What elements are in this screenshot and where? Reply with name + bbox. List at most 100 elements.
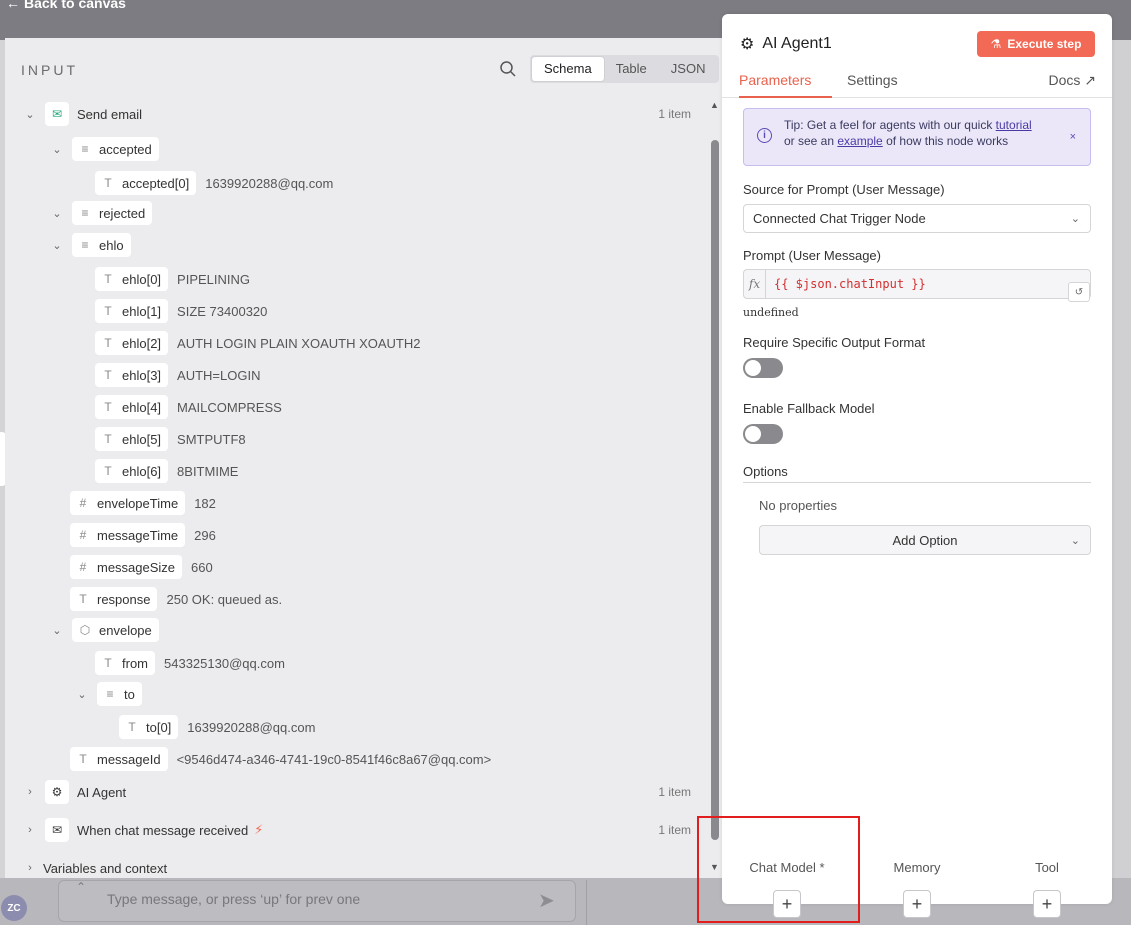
text-type-icon: T	[104, 304, 112, 318]
parameter-tabs: Parameters Settings Docs ↗	[722, 72, 1112, 98]
divider	[586, 880, 587, 925]
text-type-icon: T	[79, 592, 87, 606]
chevron-down-icon: ⌄	[1070, 535, 1080, 547]
node-ai-agent[interactable]: › ⚙ AI Agent 1 item	[23, 780, 691, 804]
back-to-canvas-link[interactable]: ← Back to canvas	[6, 0, 126, 11]
array-icon: ≡	[106, 687, 114, 701]
add-tool-button[interactable]: +	[1033, 890, 1061, 918]
field-ehlo-item[interactable]: Tehlo[5] SMTPUTF8	[95, 427, 246, 451]
canvas-right-edge	[1112, 40, 1131, 878]
tab-table[interactable]: Table	[604, 57, 659, 81]
fallback-model-toggle[interactable]	[743, 424, 783, 444]
chevron-down-icon[interactable]: ⌄	[50, 143, 64, 156]
chevron-down-icon[interactable]: ⌄	[50, 207, 64, 220]
field-message-size[interactable]: # messageSize 660	[70, 555, 213, 579]
external-link-icon: ↗	[1084, 72, 1096, 88]
divider	[743, 482, 1091, 483]
text-type-icon: T	[104, 368, 112, 382]
field-message-time[interactable]: # messageTime 296	[70, 523, 216, 547]
text-type-icon: T	[104, 464, 112, 478]
add-option-dropdown[interactable]: Add Option ⌄	[759, 525, 1091, 555]
execute-step-button[interactable]: ⚗ Execute step	[977, 31, 1095, 57]
require-format-toggle[interactable]	[743, 358, 783, 378]
field-from[interactable]: Tfrom 543325130@qq.com	[95, 651, 285, 675]
slot-memory-label: Memory	[893, 860, 941, 875]
prompt-label: Prompt (User Message)	[743, 248, 881, 263]
text-type-icon: T	[104, 656, 112, 670]
options-label: Options	[743, 464, 788, 479]
text-type-icon: T	[104, 336, 112, 350]
field-ehlo-item[interactable]: Tehlo[1] SIZE 73400320	[95, 299, 267, 323]
chevron-down-icon[interactable]: ⌄	[75, 688, 89, 701]
chevron-down-icon[interactable]: ⌄	[50, 239, 64, 252]
add-memory-button[interactable]: +	[903, 890, 931, 918]
field-envelope[interactable]: ⌄ ⬡ envelope	[50, 618, 159, 642]
tutorial-link[interactable]: tutorial	[996, 118, 1032, 132]
field-accepted-0[interactable]: Taccepted[0] 1639920288@qq.com	[95, 171, 333, 195]
tab-parameters[interactable]: Parameters	[739, 72, 832, 98]
field-message-id[interactable]: TmessageId <9546d474-a346-4741-19c0-8541…	[70, 747, 491, 771]
text-type-icon: T	[104, 400, 112, 414]
chevron-right-icon[interactable]: ›	[23, 786, 37, 798]
object-icon: ⬡	[79, 623, 91, 637]
array-icon: ≡	[81, 238, 89, 252]
field-to[interactable]: ⌄ ≡ to	[75, 682, 142, 706]
tab-settings[interactable]: Settings	[847, 72, 898, 98]
source-prompt-select[interactable]: Connected Chat Trigger Node ⌄	[743, 204, 1091, 233]
node-parameters-panel: ⚙ AI Agent1 ⚗ Execute step Parameters Se…	[722, 14, 1112, 918]
input-panel: INPUT Schema Table JSON ⌄ ✉ Send email 1…	[5, 38, 722, 878]
node-send-email[interactable]: ⌄ ✉ Send email 1 item	[23, 102, 691, 126]
chevron-right-icon[interactable]: ›	[23, 862, 37, 874]
chevron-down-icon[interactable]: ⌄	[50, 624, 64, 637]
field-to-0[interactable]: Tto[0] 1639920288@qq.com	[119, 715, 315, 739]
node-chat-trigger[interactable]: › ✉ When chat message received ⚡ 1 item	[23, 818, 691, 842]
expand-icon[interactable]: ↺	[1068, 282, 1090, 302]
scroll-up-arrow[interactable]: ▲	[710, 100, 719, 110]
text-type-icon: T	[128, 720, 136, 734]
node-variables-context[interactable]: › Variables and context	[23, 856, 691, 880]
tip-callout: i Tip: Get a feel for agents with our qu…	[743, 108, 1091, 166]
prompt-expression-field[interactable]: fx {{ $json.chatInput }} ↺	[743, 269, 1091, 302]
field-ehlo-item[interactable]: Tehlo[6] 8BITMIME	[95, 459, 238, 483]
text-type-icon: T	[104, 176, 112, 190]
send-icon[interactable]: ➤	[538, 888, 555, 913]
fallback-model-label: Enable Fallback Model	[743, 401, 875, 416]
flask-icon: ⚗	[990, 37, 1002, 51]
chat-icon: ✉	[45, 818, 69, 842]
docs-link[interactable]: Docs ↗	[1048, 72, 1096, 89]
text-type-icon: T	[104, 432, 112, 446]
chevron-right-icon[interactable]: ›	[23, 824, 37, 836]
slot-tool-label: Tool	[1035, 860, 1059, 875]
email-icon: ✉	[45, 102, 69, 126]
prompt-result: undefined	[743, 306, 799, 319]
field-rejected[interactable]: ⌄ ≡ rejected	[50, 201, 153, 225]
chevron-down-icon: ⌄	[1070, 213, 1080, 225]
view-tabs: Schema Table JSON	[530, 55, 720, 83]
example-link[interactable]: example	[837, 134, 882, 148]
text-type-icon: T	[104, 272, 112, 286]
search-icon[interactable]	[499, 60, 517, 78]
array-icon: ≡	[81, 206, 89, 220]
scrollbar[interactable]	[711, 140, 719, 840]
field-ehlo-item[interactable]: Tehlo[2] AUTH LOGIN PLAIN XOAUTH XOAUTH2	[95, 331, 420, 355]
node-title: ⚙ AI Agent1	[740, 35, 832, 53]
field-ehlo-item[interactable]: Tehlo[4] MAILCOMPRESS	[95, 395, 282, 419]
source-prompt-label: Source for Prompt (User Message)	[743, 182, 945, 197]
field-ehlo-item[interactable]: Tehlo[3] AUTH=LOGIN	[95, 363, 260, 387]
field-ehlo[interactable]: ⌄ ≡ ehlo	[50, 233, 131, 257]
tab-json[interactable]: JSON	[659, 57, 718, 81]
chevron-down-icon[interactable]: ⌄	[23, 108, 37, 121]
robot-icon: ⚙	[740, 36, 755, 53]
close-icon[interactable]: ×	[1070, 129, 1076, 145]
field-response[interactable]: Tresponse 250 OK: queued as.	[70, 587, 282, 611]
field-ehlo-item[interactable]: Tehlo[0] PIPELINING	[95, 267, 250, 291]
field-envelope-time[interactable]: # envelopeTime 182	[70, 491, 216, 515]
number-type-icon: #	[79, 560, 87, 574]
chat-message-input[interactable]: Type message, or press ‘up’ for prev one	[58, 880, 576, 922]
tab-schema[interactable]: Schema	[532, 57, 604, 81]
field-accepted[interactable]: ⌄ ≡ accepted	[50, 137, 159, 161]
number-type-icon: #	[79, 496, 87, 510]
avatar[interactable]: ZC	[1, 895, 27, 921]
panel-title: INPUT	[21, 62, 78, 78]
chevron-up-icon[interactable]: ⌃	[76, 880, 86, 894]
